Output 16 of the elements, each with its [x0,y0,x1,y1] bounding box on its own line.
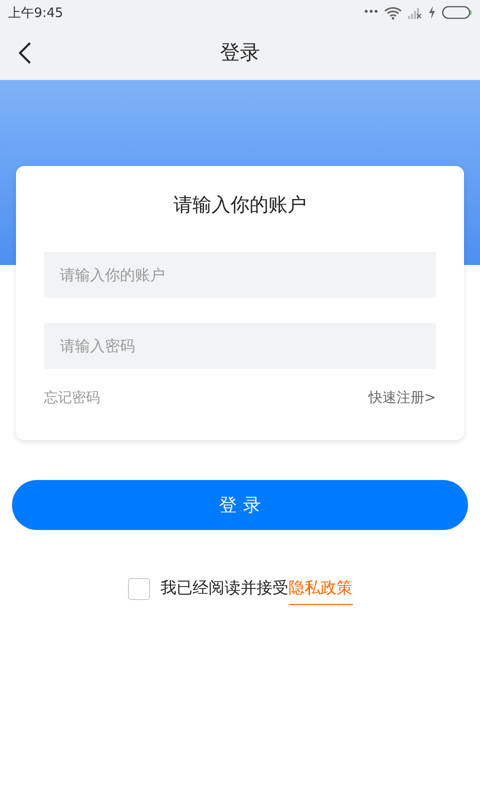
more-dots: ••• [363,7,378,18]
login-button[interactable]: 登 录 [12,480,468,530]
agreement-text: 我已经阅读并接受 [160,578,288,599]
privacy-policy-link[interactable]: 隐私政策 [288,578,352,605]
wifi-icon [384,6,402,20]
battery-icon [442,6,472,19]
card-title: 请输入你的账户 [174,193,306,218]
password-field[interactable]: 请输入密码 [44,323,436,369]
signal-icon [408,6,422,18]
status-time: 上午9:45 [8,4,64,22]
account-field[interactable]: 请输入你的账户 [44,252,436,298]
charging-icon [428,6,436,19]
forgot-password-link[interactable]: 忘记密码 [44,389,100,407]
register-link[interactable]: 快速注册> [368,389,436,407]
agreement-checkbox[interactable] [128,578,150,600]
page-title: 登录 [220,39,260,66]
